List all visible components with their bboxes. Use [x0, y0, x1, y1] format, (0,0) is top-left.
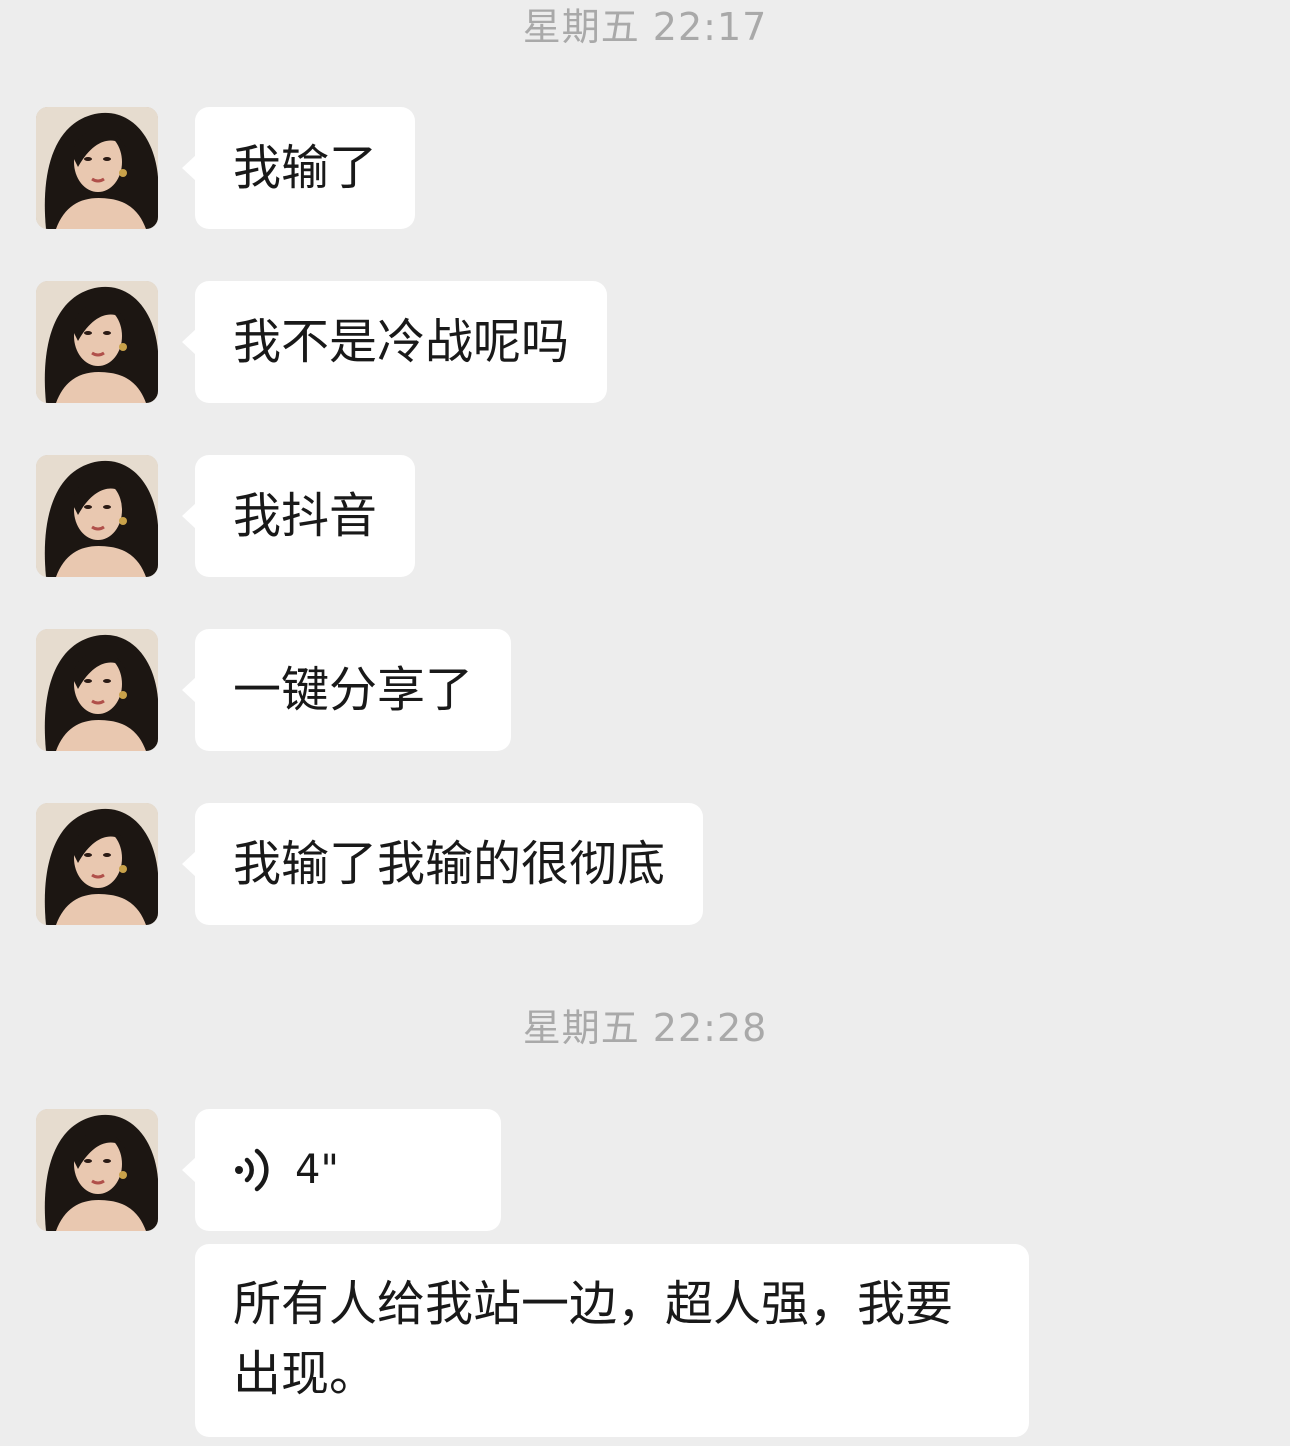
voice-duration: 4" [295, 1147, 339, 1193]
message-text: 我输了 [233, 140, 378, 196]
bubble-tail [182, 851, 196, 877]
timestamp-2: 星期五 22:28 [522, 1006, 768, 1050]
avatar-image [36, 1109, 158, 1231]
avatar-image [36, 107, 158, 229]
voice-message-bubble[interactable]: 4" [182, 1109, 501, 1231]
avatar-image [36, 281, 158, 403]
message-text: 一键分享了 [233, 662, 474, 718]
message-text: 我输了我输的很彻底 [233, 836, 666, 892]
message-text: 我不是冷战呢吗 [233, 314, 570, 370]
bubble-tail [182, 503, 196, 529]
timestamp-1: 星期五 22:17 [522, 5, 768, 49]
message-bubble[interactable]: 我抖音 [182, 455, 416, 577]
voice-message-content: 4" [233, 1109, 463, 1231]
avatar[interactable] [36, 455, 158, 577]
bubble-tail [182, 329, 196, 355]
avatar-image [36, 629, 158, 751]
avatar[interactable] [36, 629, 158, 751]
message-text: 我抖音 [233, 488, 378, 544]
avatar-image [36, 803, 158, 925]
voice-wave-icon [235, 1148, 269, 1192]
avatar[interactable] [36, 803, 158, 925]
avatar[interactable] [36, 281, 158, 403]
message-bubble[interactable]: 我不是冷战呢吗 [182, 281, 608, 403]
message-bubble[interactable]: 我输了我输的很彻底 [182, 803, 704, 925]
message-bubble[interactable]: 我输了 [182, 107, 416, 229]
bubble-tail [182, 677, 196, 703]
message-bubble[interactable]: 所有人给我站一边，超人强，我要出现。 [195, 1244, 1029, 1437]
bubble-tail [182, 1157, 196, 1183]
avatar-image [36, 455, 158, 577]
bubble-tail [182, 155, 196, 181]
message-bubble[interactable]: 一键分享了 [182, 629, 512, 751]
avatar[interactable] [36, 107, 158, 229]
message-text: 所有人给我站一边，超人强，我要出现。 [233, 1276, 954, 1402]
avatar[interactable] [36, 1109, 158, 1231]
